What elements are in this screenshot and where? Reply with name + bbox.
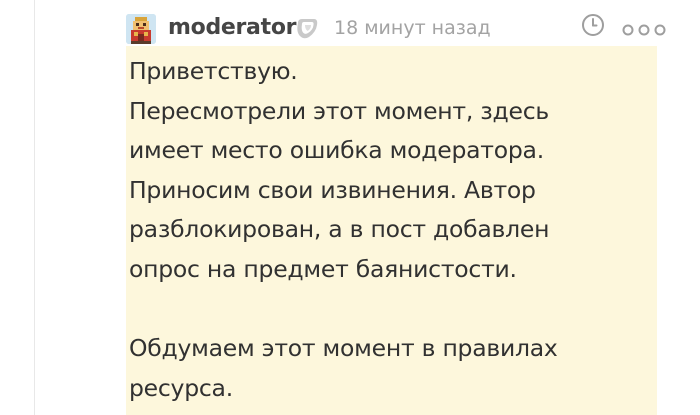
thread-line[interactable] [34,0,35,415]
username-link[interactable]: moderator [168,15,296,40]
moderator-badge-icon [294,17,320,41]
clock-icon[interactable] [581,13,605,37]
user-avatar[interactable] [126,14,156,44]
pixel-art-avatar-icon [126,14,156,44]
comment-text: Приветствую. Пересмотрели этот момент, з… [126,46,657,415]
comment-timestamp: 18 минут назад [334,17,491,39]
comment-page: moderator 18 минут назад Приветствую. Пе… [0,0,700,415]
comment-header: moderator 18 минут назад [126,12,700,46]
more-options-icon[interactable] [622,22,666,36]
comment-paragraph: Обдумаем этот момент в правилах ресурса. [129,334,558,402]
comment-paragraph: Приветствую. Пересмотрели этот момент, з… [129,57,550,283]
